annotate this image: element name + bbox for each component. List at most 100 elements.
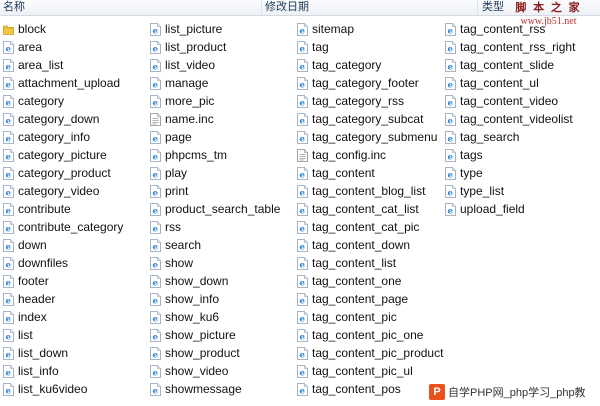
- watermark-jb51-title: 脚 本 之 家: [515, 2, 582, 14]
- file-item[interactable]: e down: [3, 236, 123, 254]
- svg-text:e: e: [5, 188, 11, 197]
- file-item[interactable]: e category_info: [3, 128, 123, 146]
- file-item[interactable]: e manage: [150, 74, 280, 92]
- file-item[interactable]: e category: [3, 92, 123, 110]
- file-item[interactable]: e page: [150, 128, 280, 146]
- file-item[interactable]: e tag_content_pic: [297, 308, 443, 326]
- file-item[interactable]: e upload_field: [445, 200, 575, 218]
- file-item[interactable]: e tag_content_rss_right: [445, 38, 575, 56]
- file-item[interactable]: e tag_content_slide: [445, 56, 575, 74]
- file-item[interactable]: e list_ku6video: [3, 380, 123, 398]
- svg-text:e: e: [5, 44, 11, 53]
- file-item[interactable]: e show_picture: [150, 326, 280, 344]
- ie-html-file-icon: e: [297, 202, 308, 216]
- file-item[interactable]: e tag_category_rss: [297, 92, 443, 110]
- file-name: attachment_upload: [18, 76, 121, 90]
- ie-html-file-icon: e: [150, 166, 161, 180]
- file-item[interactable]: e tag_content_pic_ul: [297, 362, 443, 380]
- file-item[interactable]: e rss: [150, 218, 280, 236]
- file-item[interactable]: e show_video: [150, 362, 280, 380]
- ie-html-file-icon: e: [150, 256, 161, 270]
- file-item[interactable]: e print: [150, 182, 280, 200]
- file-item[interactable]: e tag_content_list: [297, 254, 443, 272]
- file-item[interactable]: e tag_content: [297, 164, 443, 182]
- file-item[interactable]: e show_info: [150, 290, 280, 308]
- file-item[interactable]: e category_picture: [3, 146, 123, 164]
- file-item[interactable]: e tag: [297, 38, 443, 56]
- file-item[interactable]: e show: [150, 254, 280, 272]
- file-item[interactable]: e footer: [3, 272, 123, 290]
- file-name: list_video: [165, 58, 216, 72]
- column-header-name[interactable]: 名称: [0, 0, 262, 16]
- svg-text:e: e: [5, 170, 11, 179]
- file-item[interactable]: e list: [3, 326, 123, 344]
- ie-html-file-icon: e: [297, 328, 308, 342]
- file-item[interactable]: e list_product: [150, 38, 280, 56]
- svg-text:e: e: [299, 278, 305, 287]
- file-item[interactable]: e attachment_upload: [3, 74, 123, 92]
- file-item[interactable]: e showmessage: [150, 380, 280, 398]
- file-item[interactable]: e tag_content_cat_list: [297, 200, 443, 218]
- file-item[interactable]: e contribute: [3, 200, 123, 218]
- file-item[interactable]: e tag_search: [445, 128, 575, 146]
- file-item[interactable]: name.inc: [150, 110, 280, 128]
- svg-text:e: e: [5, 260, 11, 269]
- file-item[interactable]: e tag_content_cat_pic: [297, 218, 443, 236]
- file-name: show_ku6: [165, 310, 220, 324]
- file-item[interactable]: e area_list: [3, 56, 123, 74]
- file-item[interactable]: e category_down: [3, 110, 123, 128]
- file-item[interactable]: e show_down: [150, 272, 280, 290]
- file-item[interactable]: e show_product: [150, 344, 280, 362]
- file-item[interactable]: e tag_category_footer: [297, 74, 443, 92]
- svg-text:e: e: [447, 44, 453, 53]
- file-name: tag_content_page: [312, 292, 409, 306]
- file-column-4: e tag_content_rss e tag_content_rss_right e t…: [445, 20, 575, 218]
- file-list: block e area e area_list e attachment_upload e c…: [0, 16, 600, 406]
- file-item[interactable]: e category_product: [3, 164, 123, 182]
- svg-text:e: e: [5, 62, 11, 71]
- file-item[interactable]: e list_picture: [150, 20, 280, 38]
- ie-html-file-icon: e: [3, 76, 14, 90]
- file-item[interactable]: e sitemap: [297, 20, 443, 38]
- file-item[interactable]: e product_search_table: [150, 200, 280, 218]
- file-item[interactable]: e play: [150, 164, 280, 182]
- column-header-modified[interactable]: 修改日期: [262, 0, 478, 16]
- file-item[interactable]: e tag_category_subcat: [297, 110, 443, 128]
- file-item[interactable]: e tag_content_videolist: [445, 110, 575, 128]
- file-item[interactable]: e list_video: [150, 56, 280, 74]
- file-item[interactable]: e tag_content_page: [297, 290, 443, 308]
- file-item[interactable]: e list_down: [3, 344, 123, 362]
- file-item[interactable]: e category_video: [3, 182, 123, 200]
- file-item[interactable]: e tags: [445, 146, 575, 164]
- file-item[interactable]: tag_config.inc: [297, 146, 443, 164]
- file-item[interactable]: e more_pic: [150, 92, 280, 110]
- file-item[interactable]: e tag_content_ul: [445, 74, 575, 92]
- ie-html-file-icon: e: [3, 328, 14, 342]
- file-item[interactable]: e downfiles: [3, 254, 123, 272]
- file-name: tag_content: [312, 166, 375, 180]
- file-item[interactable]: e tag_content_down: [297, 236, 443, 254]
- file-item[interactable]: e list_info: [3, 362, 123, 380]
- file-item[interactable]: e index: [3, 308, 123, 326]
- file-item[interactable]: e type: [445, 164, 575, 182]
- file-item[interactable]: e header: [3, 290, 123, 308]
- file-item[interactable]: e phpcms_tm: [150, 146, 280, 164]
- file-item[interactable]: e tag_category_submenu: [297, 128, 443, 146]
- ie-html-file-icon: e: [297, 364, 308, 378]
- file-item[interactable]: e tag_content_one: [297, 272, 443, 290]
- file-item[interactable]: e tag_content_pos: [297, 380, 443, 398]
- file-item[interactable]: e tag_content_pic_product: [297, 344, 443, 362]
- file-item[interactable]: e contribute_category: [3, 218, 123, 236]
- file-item[interactable]: block: [3, 20, 123, 38]
- file-item[interactable]: e tag_content_pic_one: [297, 326, 443, 344]
- ie-html-file-icon: e: [150, 346, 161, 360]
- file-item[interactable]: e area: [3, 38, 123, 56]
- file-name: type: [460, 166, 483, 180]
- file-item[interactable]: e type_list: [445, 182, 575, 200]
- file-item[interactable]: e tag_content_video: [445, 92, 575, 110]
- file-item[interactable]: e tag_category: [297, 56, 443, 74]
- file-item[interactable]: e show_ku6: [150, 308, 280, 326]
- file-item[interactable]: e search: [150, 236, 280, 254]
- ie-html-file-icon: e: [150, 364, 161, 378]
- file-item[interactable]: e tag_content_blog_list: [297, 182, 443, 200]
